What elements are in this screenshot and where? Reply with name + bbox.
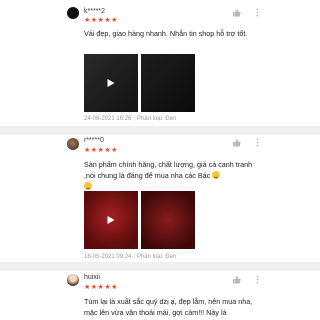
review-actions — [232, 275, 262, 284]
review-photo[interactable] — [141, 191, 195, 249]
play-icon — [107, 79, 115, 87]
review-video[interactable] — [84, 54, 138, 112]
laughing-emoji-icon — [84, 182, 92, 190]
review-date: 24-06-2021 16:26 — [84, 116, 132, 122]
separator — [0, 126, 320, 135]
review-video[interactable] — [84, 191, 138, 249]
thumbs-up-icon[interactable] — [232, 138, 241, 147]
more-vertical-icon[interactable] — [253, 275, 262, 284]
review-username: r*****0 — [84, 137, 104, 144]
review-photo[interactable] — [141, 54, 195, 112]
review-actions — [232, 8, 262, 17]
review-item: r*****0 ★★★★★ Sản phẩm chính hãng, chất … — [0, 135, 320, 262]
separator — [0, 262, 320, 271]
more-vertical-icon[interactable] — [253, 138, 262, 147]
review-item: huixii ★★★★★ Tùm lại là xuất sắc quý dzị… — [0, 271, 320, 320]
avatar[interactable] — [67, 138, 79, 150]
avatar[interactable] — [67, 7, 79, 19]
avatar[interactable] — [67, 274, 79, 286]
review-variation: Phân loại: Đen — [136, 116, 177, 122]
review-actions — [232, 138, 262, 147]
review-variation: Phân loại: Đen — [136, 254, 177, 260]
review-comment: Sản phẩm chính hãng, chất lượng, giá cả … — [84, 159, 264, 192]
more-vertical-icon[interactable] — [253, 8, 262, 17]
rating-stars: ★★★★★ — [84, 284, 118, 291]
laughing-emoji-icon — [212, 171, 221, 179]
review-comment: Tùm lại là xuất sắc quý dzị ạ, đẹp lắm, … — [84, 297, 253, 317]
review-username: k*****2 — [84, 8, 106, 15]
review-comment-text: Sản phẩm chính hãng, chất lượng, giá cả … — [84, 160, 253, 180]
review-meta: 16-05-2021 09:24 | Phân loại: Đen — [84, 254, 177, 260]
rating-stars: ★★★★★ — [84, 147, 118, 154]
thumbs-up-icon[interactable] — [232, 275, 241, 284]
review-username: huixii — [84, 274, 100, 281]
review-item: k*****2 ★★★★★ Vải đẹp, giao hàng nhanh. … — [0, 0, 320, 126]
review-date: 16-05-2021 09:24 — [84, 254, 132, 260]
play-icon — [107, 216, 115, 224]
review-comment: Vải đẹp, giao hàng nhanh. Nhắn tin shop … — [84, 29, 248, 38]
rating-stars: ★★★★★ — [84, 17, 118, 24]
review-meta: 24-06-2021 16:26 | Phân loại: Đen — [84, 116, 177, 122]
thumbs-up-icon[interactable] — [232, 8, 241, 17]
